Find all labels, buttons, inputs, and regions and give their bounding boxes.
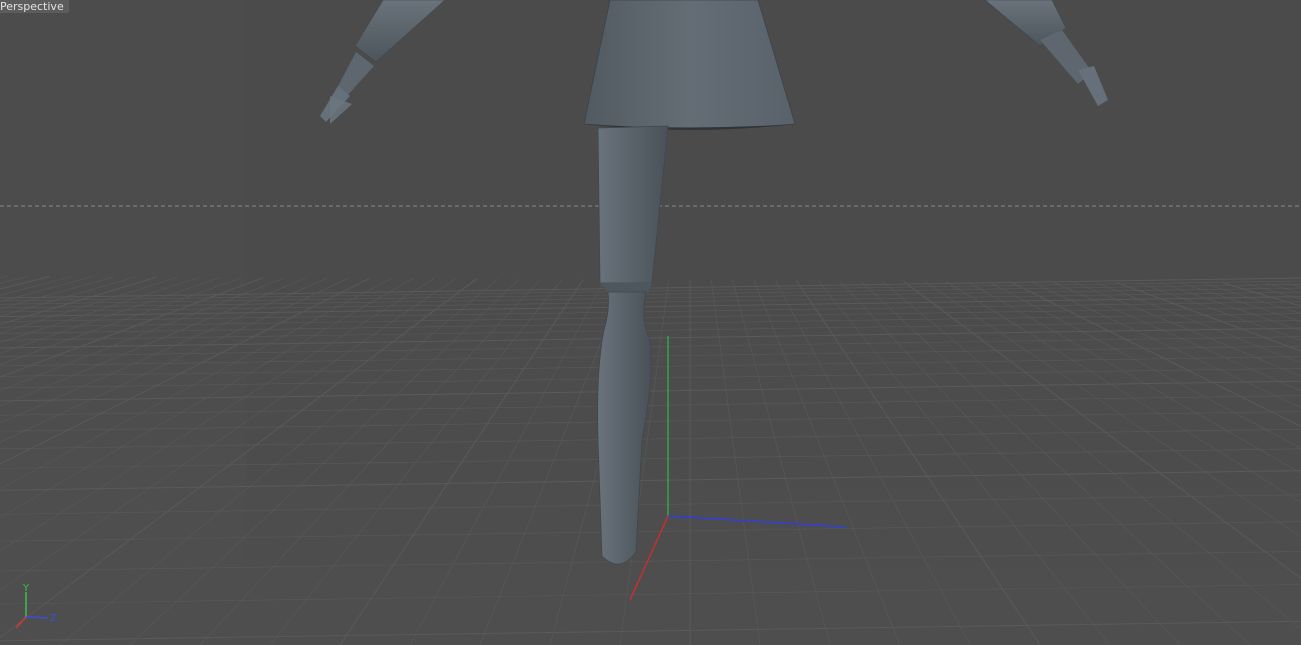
grid-line	[1073, 281, 1301, 377]
grid-line	[1116, 281, 1301, 352]
grid-line	[967, 281, 1301, 474]
right-arm[interactable]	[984, 0, 1108, 106]
upper-leg[interactable]	[597, 125, 669, 284]
viewport-scene[interactable]: Y Z	[0, 0, 1301, 645]
grid-line	[817, 280, 1111, 645]
grid-line	[339, 279, 584, 645]
grid-line	[1009, 281, 1301, 428]
viewport-side-shade	[0, 0, 246, 645]
knee-joint	[600, 283, 652, 293]
grid-line	[732, 280, 831, 645]
grid-line	[903, 280, 1301, 580]
grid-line	[409, 279, 605, 645]
skirt[interactable]	[583, 0, 796, 130]
grid-line	[839, 280, 1181, 645]
grid-line	[1265, 282, 1301, 294]
gizmo-z-axis	[25, 616, 49, 619]
perspective-viewport[interactable]: Y Z Perspective	[0, 0, 1301, 645]
grid-line	[924, 281, 1301, 538]
grid-line	[199, 278, 541, 645]
camera-label[interactable]: Perspective	[0, 0, 69, 13]
origin-z-axis	[667, 515, 847, 528]
grid-line	[945, 281, 1301, 503]
left-arm[interactable]	[320, 0, 446, 124]
gizmo-y-label: Y	[22, 583, 30, 594]
grid-line	[1052, 281, 1301, 392]
lower-leg[interactable]	[597, 291, 652, 565]
grid-line	[711, 280, 761, 645]
grid-line	[1095, 282, 1301, 364]
gizmo-z-label: Z	[50, 613, 57, 624]
